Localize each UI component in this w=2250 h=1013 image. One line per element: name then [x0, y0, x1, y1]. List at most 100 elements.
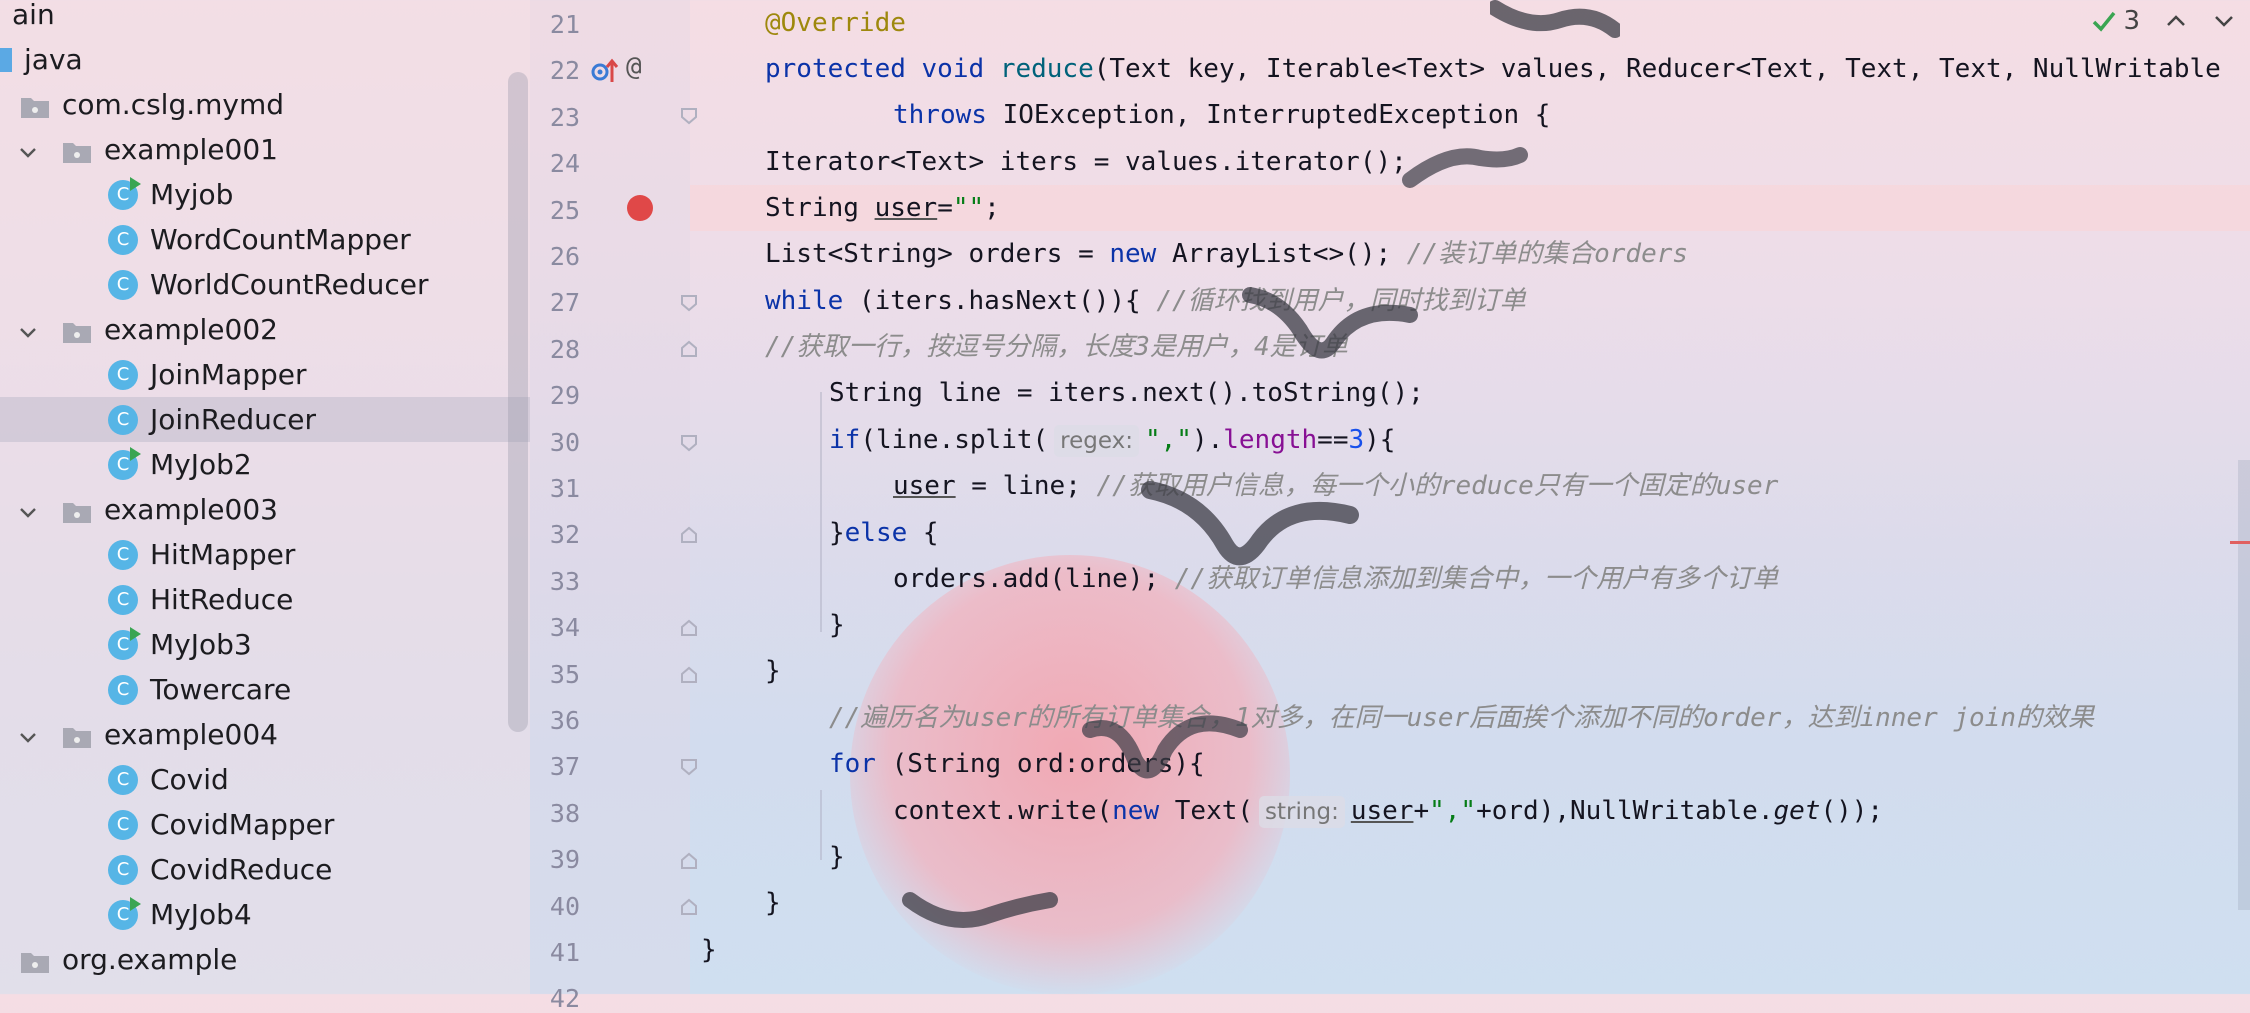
param-hint-string: string: — [1259, 796, 1345, 828]
indent-guide — [820, 392, 822, 632]
class-icon: C — [108, 584, 138, 615]
tree-item-label: example002 — [104, 313, 278, 346]
editor-scrollbar[interactable] — [2238, 460, 2250, 910]
source-folder-icon — [0, 47, 12, 72]
chevron-up-icon[interactable] — [2164, 9, 2188, 33]
tree-item-towercare[interactable]: C Towercare — [0, 667, 291, 712]
tree-item-org-example[interactable]: org.example — [0, 937, 237, 982]
tree-item-label: MyJob4 — [150, 898, 252, 931]
tree-item-covidmapper[interactable]: C CovidMapper — [0, 802, 334, 847]
runnable-class-icon: C — [108, 446, 141, 480]
code-line-38: context.write(new Text(string: user+","+o… — [893, 796, 1884, 828]
line-number: 37 — [549, 752, 580, 782]
tree-item-label: JoinMapper — [150, 358, 307, 391]
code-line-40: } — [765, 888, 781, 918]
bird-decoration — [1490, 0, 1620, 38]
line-number: 24 — [549, 149, 580, 179]
bird-decoration — [1402, 147, 1528, 188]
line-number: 38 — [549, 798, 580, 828]
code-line-23: throws IOException, InterruptedException… — [893, 100, 1551, 130]
code-line-39: } — [829, 842, 845, 872]
tree-item-label: Towercare — [150, 673, 292, 706]
tree-item-label: HitReduce — [150, 583, 294, 616]
package-folder-icon — [62, 723, 92, 748]
line-number: 33 — [549, 566, 580, 596]
tree-item-label: com.cslg.mymd — [62, 88, 285, 121]
line-number: 32 — [549, 520, 580, 550]
code-line-26: List<String> orders = new ArrayList<>();… — [765, 239, 1689, 269]
tree-item-java[interactable]: java — [0, 37, 83, 82]
tree-item-label: java — [24, 43, 83, 76]
tree-item-label: Covid — [150, 763, 229, 796]
package-folder-icon — [20, 948, 50, 973]
tree-item-joinmapper[interactable]: C JoinMapper — [0, 352, 307, 397]
chevron-down-icon[interactable] — [16, 723, 40, 747]
class-icon: C — [108, 269, 138, 300]
tree-item-myjob[interactable]: C Myjob — [0, 172, 233, 217]
check-icon — [2093, 11, 2116, 32]
tree-item-myjob3[interactable]: C MyJob3 — [0, 622, 252, 667]
chevron-down-icon[interactable] — [16, 138, 40, 162]
tree-item-covid[interactable]: C Covid — [0, 757, 229, 802]
tree-item-hitreduce[interactable]: C HitReduce — [0, 577, 293, 622]
chevron-down-icon[interactable] — [16, 498, 40, 522]
tree-item-label: HitMapper — [150, 538, 296, 571]
tree-item-label: CovidMapper — [150, 808, 335, 841]
tree-item-hitmapper[interactable]: C HitMapper — [0, 532, 295, 577]
tree-item-covidreduce[interactable]: C CovidReduce — [0, 847, 332, 892]
code-line-21: @Override — [765, 8, 906, 38]
tree-item-label: MyJob3 — [150, 628, 252, 661]
tree-item-example004[interactable]: example004 — [0, 712, 278, 757]
tree-item-example001[interactable]: example001 — [0, 127, 278, 172]
tree-item-joinreducer[interactable]: C JoinReducer — [0, 397, 530, 442]
line-number: 25 — [549, 195, 580, 225]
tree-item-label: MyJob2 — [150, 448, 252, 481]
tree-item-com-cslg-mymd[interactable]: com.cslg.mymd — [0, 82, 284, 127]
bird-decoration — [1082, 715, 1248, 779]
class-icon: C — [108, 539, 138, 570]
tree-item-example003[interactable]: example003 — [0, 487, 278, 532]
code-line-30: if(line.split(regex: ",").length==3){ — [829, 425, 1396, 457]
runnable-class-icon: C — [108, 176, 141, 210]
indent-guide — [820, 790, 822, 860]
line-number: 36 — [549, 706, 580, 735]
annotation-marker-icon[interactable]: @ — [626, 52, 642, 82]
tree-item-myjob2[interactable]: C MyJob2 — [0, 442, 252, 487]
override-method-icon[interactable] — [588, 54, 620, 86]
runnable-class-icon: C — [108, 626, 141, 660]
code-line-22: protected void reduce(Text key, Iterable… — [765, 54, 2221, 84]
tree-item-myjob4[interactable]: C MyJob4 — [0, 892, 252, 937]
line-number: 23 — [549, 102, 580, 132]
bird-decoration — [1242, 287, 1418, 359]
tree-item-label: example004 — [104, 718, 278, 751]
tree-item-label: ain — [12, 0, 55, 31]
chevron-down-icon[interactable] — [2212, 9, 2236, 33]
code-line-36: //遍历名为user的所有订单集合，1对多，在同一user后面挨个添加不同的or… — [829, 703, 2094, 733]
tree-item-label: WorldCountReducer — [150, 268, 429, 301]
package-folder-icon — [62, 138, 92, 163]
class-icon: C — [108, 359, 138, 390]
chevron-down-icon[interactable] — [16, 318, 40, 342]
bird-decoration — [902, 892, 1058, 928]
inspection-status[interactable]: 3 — [2091, 6, 2140, 36]
breakpoint-icon[interactable] — [627, 195, 653, 221]
package-folder-icon — [62, 318, 92, 343]
tree-item-example002[interactable]: example002 — [0, 307, 278, 352]
line-number: 28 — [549, 334, 580, 364]
error-stripe-mark[interactable] — [2230, 541, 2250, 544]
project-tree-scrollbar[interactable] — [508, 72, 528, 732]
line-number: 26 — [549, 242, 580, 271]
tree-item-ain[interactable]: ain — [0, 0, 55, 37]
class-icon: C — [108, 854, 138, 885]
tree-item-label: JoinReducer — [150, 403, 316, 436]
line-number: 29 — [549, 381, 580, 411]
tree-item-label: CovidReduce — [150, 853, 333, 886]
class-icon: C — [108, 224, 138, 255]
tree-item-wordcountmapper[interactable]: C WordCountMapper — [0, 217, 411, 262]
tree-item-worldcountreducer[interactable]: C WorldCountReducer — [0, 262, 428, 307]
line-number: 30 — [549, 427, 580, 457]
runnable-class-icon: C — [108, 896, 141, 930]
param-hint-regex: regex: — [1054, 425, 1139, 457]
project-tree: ain java com.cslg.mymd example001 C Myjob C Wor… — [0, 0, 530, 994]
inspection-count: 3 — [2123, 6, 2140, 36]
